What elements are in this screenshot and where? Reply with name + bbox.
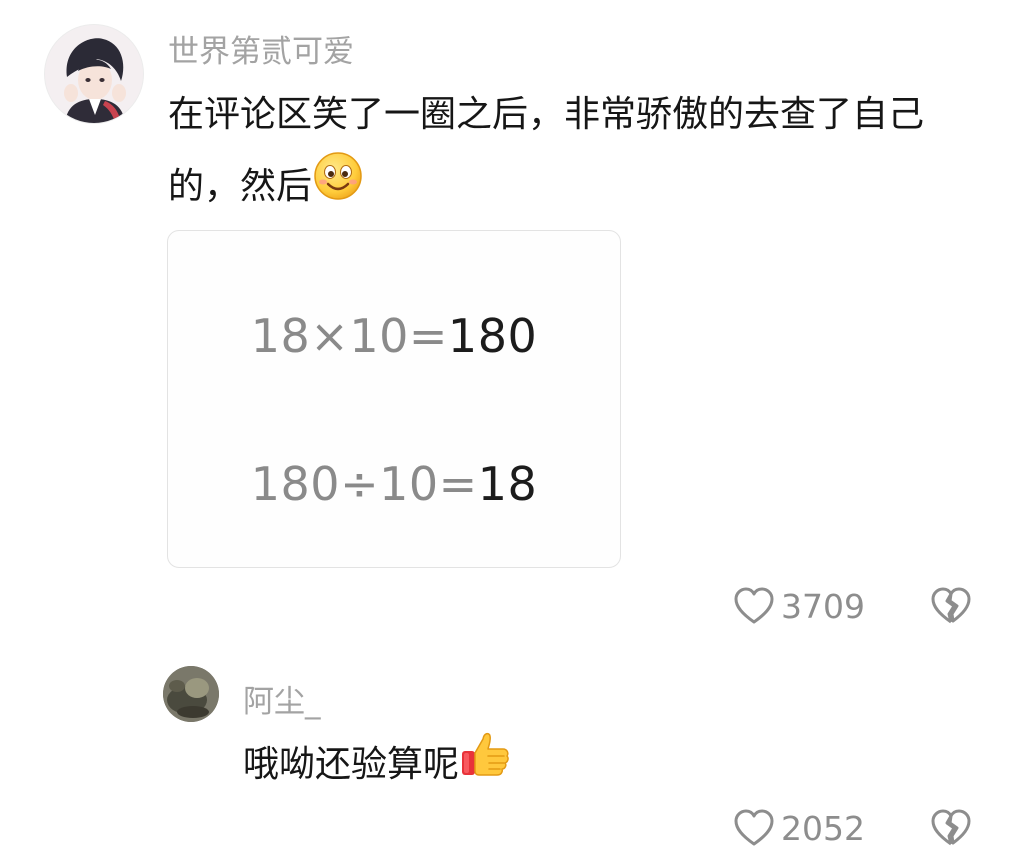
heart-outline-icon bbox=[734, 587, 774, 624]
reply-username[interactable]: 阿尘_ bbox=[243, 676, 321, 721]
dislike-button[interactable] bbox=[930, 586, 972, 626]
comment-username[interactable]: 世界第贰可爱 bbox=[168, 26, 354, 71]
equation-lhs: 180÷10= bbox=[250, 457, 478, 511]
equation-line: 18×10=180 bbox=[168, 309, 620, 363]
like-button[interactable]: 3709 bbox=[733, 586, 865, 626]
like-count: 2052 bbox=[781, 808, 865, 848]
equation-result: 180 bbox=[447, 309, 538, 363]
thumbs-up-emoji-icon bbox=[459, 727, 513, 805]
comment-text: 在评论区笑了一圈之后，非常骄傲的去查了自己的，然后 bbox=[168, 94, 925, 207]
reply-body: 哦呦还验算呢 bbox=[243, 727, 943, 805]
like-button[interactable]: 2052 bbox=[733, 808, 865, 848]
reply-text: 哦呦还验算呢 bbox=[243, 744, 460, 785]
like-count: 3709 bbox=[781, 586, 865, 626]
comment-body: 在评论区笑了一圈之后，非常骄傲的去查了自己的，然后 bbox=[168, 80, 988, 226]
equation-lhs: 18×10= bbox=[250, 309, 448, 363]
image-attachment[interactable]: 18×10=180 180÷10=18 bbox=[167, 230, 621, 568]
user-avatar[interactable] bbox=[163, 666, 219, 722]
heart-outline-icon bbox=[734, 809, 774, 846]
dislike-button[interactable] bbox=[930, 808, 972, 848]
equation-result: 18 bbox=[477, 457, 538, 511]
broken-heart-icon bbox=[931, 587, 971, 624]
smile-emoji-icon bbox=[312, 150, 364, 226]
equation-line: 180÷10=18 bbox=[168, 457, 620, 511]
user-avatar[interactable] bbox=[44, 24, 144, 124]
broken-heart-icon bbox=[931, 809, 971, 846]
